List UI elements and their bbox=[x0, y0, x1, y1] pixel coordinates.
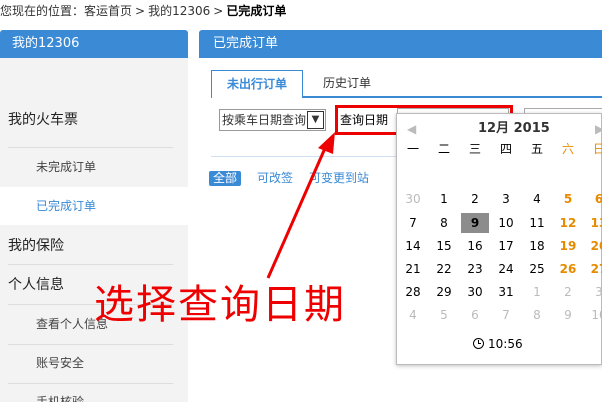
arrow-head bbox=[318, 132, 335, 154]
annotation-text: 选择查询日期 bbox=[94, 282, 346, 328]
annotation-arrow bbox=[266, 132, 335, 279]
arrow-shaft bbox=[266, 145, 328, 279]
